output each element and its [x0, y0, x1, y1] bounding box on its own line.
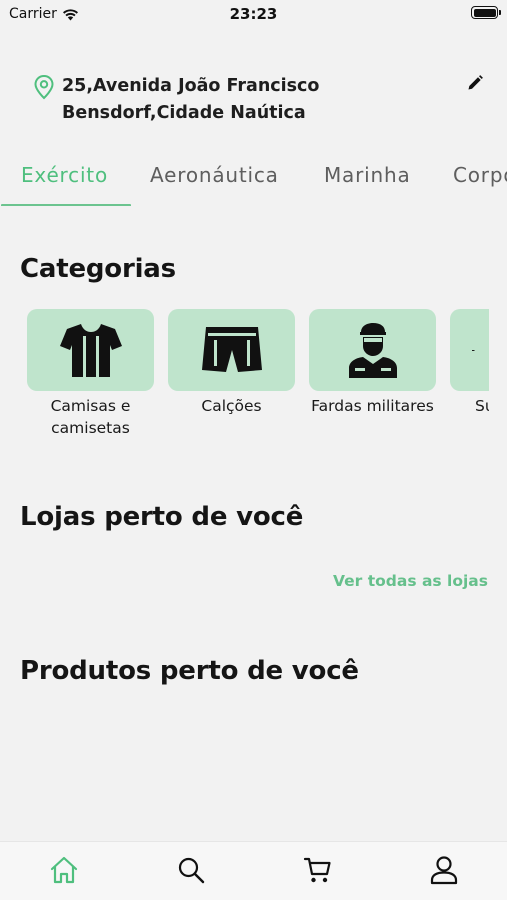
products-title: Produtos perto de você	[20, 656, 359, 686]
category-card[interactable]	[27, 309, 154, 391]
nav-home[interactable]	[49, 855, 79, 885]
category-card[interactable]	[309, 309, 436, 391]
delivery-address[interactable]: 25,Avenida João Francisco Bensdorf,Cidad…	[32, 74, 472, 127]
soldier-icon	[348, 323, 397, 378]
category-partial[interactable]: Su…	[450, 309, 489, 417]
nav-search[interactable]	[176, 855, 206, 885]
categories-list: Camisas e camisetas Calções Fardas milit…	[0, 309, 489, 449]
tab-aeronautica[interactable]: Aeronáutica	[150, 163, 279, 187]
category-label: Fardas militares	[311, 397, 434, 415]
pencil-icon[interactable]	[466, 74, 484, 92]
category-label: Calções	[201, 397, 262, 415]
active-tab-indicator	[1, 204, 131, 206]
map-pin-icon	[34, 74, 54, 100]
nav-profile[interactable]	[429, 855, 459, 885]
battery-icon	[471, 6, 501, 19]
stores-title: Lojas perto de você	[20, 502, 304, 532]
home-icon	[50, 856, 78, 884]
tab-corpo[interactable]: Corpo	[453, 163, 507, 187]
category-fardas[interactable]: Fardas militares	[309, 309, 436, 417]
category-camisas[interactable]: Camisas e camisetas	[27, 309, 154, 439]
category-calcoes[interactable]: Calções	[168, 309, 295, 417]
category-label: Su…	[475, 397, 489, 415]
see-all-stores-link[interactable]: Ver todas as lojas	[333, 572, 488, 590]
category-card[interactable]	[168, 309, 295, 391]
cart-icon	[303, 857, 331, 883]
shorts-icon	[201, 327, 262, 372]
categories-title: Categorias	[20, 254, 176, 284]
tab-bar: Exército Aeronáutica Marinha Corpo	[0, 160, 507, 206]
tab-marinha[interactable]: Marinha	[324, 163, 411, 187]
category-icon	[472, 350, 475, 351]
tshirt-icon	[59, 324, 122, 377]
user-icon	[430, 856, 458, 885]
address-text: 25,Avenida João Francisco Bensdorf,Cidad…	[62, 76, 320, 123]
status-bar: Carrier 23:23	[0, 0, 507, 28]
search-icon	[178, 857, 205, 884]
status-time: 23:23	[229, 5, 278, 23]
category-label: Camisas e camisetas	[50, 397, 131, 437]
nav-cart[interactable]	[303, 855, 333, 885]
bottom-nav	[0, 841, 507, 900]
category-card[interactable]	[450, 309, 489, 391]
tab-exercito[interactable]: Exército	[21, 163, 108, 187]
